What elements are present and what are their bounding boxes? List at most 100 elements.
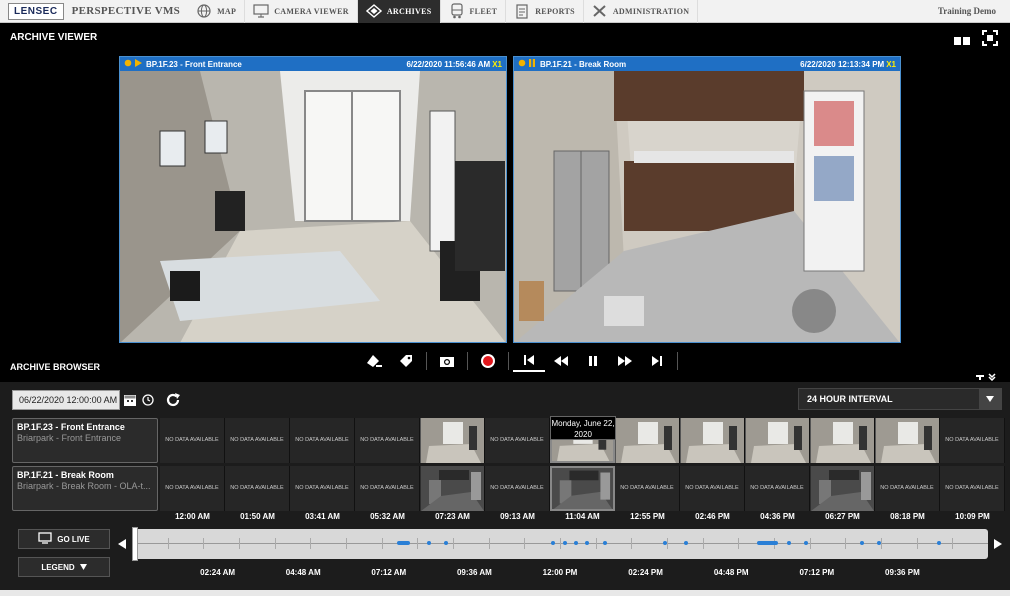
camera-row-name: BP.1F.21 - Break Room — [17, 470, 114, 480]
recording-marker — [602, 541, 607, 545]
scrub-label: 02:24 PM — [628, 568, 663, 577]
video-pane-front-entrance[interactable]: BP.1F.23 - Front Entrance 6/22/2020 11:5… — [119, 56, 507, 343]
legend-label: LEGEND — [41, 562, 75, 572]
time-label: 01:50 AM — [240, 512, 275, 521]
recording-marker — [876, 541, 881, 545]
thumbnail-cell[interactable] — [810, 466, 875, 511]
legend-button[interactable]: LEGEND — [18, 557, 110, 577]
scrub-tick — [845, 538, 847, 549]
thumbnail-cell[interactable] — [810, 418, 875, 463]
no-data-cell[interactable]: NO DATA AVAILABLE — [940, 466, 1005, 511]
scrub-track[interactable] — [132, 527, 988, 561]
camera-row-label-break-room[interactable]: BP.1F.21 - Break Room Briarpark - Break … — [12, 466, 158, 511]
toolbar-separator — [508, 352, 509, 370]
thumbnail-cell[interactable] — [875, 418, 940, 463]
thumbnail-cell[interactable] — [550, 466, 615, 511]
chevron-down-icon — [979, 389, 1001, 409]
snapshot-camera-icon[interactable] — [431, 350, 463, 372]
calendar-icon[interactable] — [122, 390, 138, 410]
date-tooltip: Monday, June 22, 2020 — [550, 416, 616, 440]
no-data-cell[interactable]: NO DATA AVAILABLE — [940, 418, 1005, 463]
scrub-tick — [274, 538, 276, 549]
pane-speed: X1 — [492, 59, 502, 69]
recording-marker — [573, 541, 578, 545]
scrub-tick — [560, 538, 561, 549]
scrub-tick — [631, 538, 633, 549]
camera-row-cells: NO DATA AVAILABLE NO DATA AVAILABLE NO DAT… — [160, 466, 1006, 511]
interval-select[interactable]: 24 HOUR INTERVAL — [798, 388, 1002, 410]
no-data-cell[interactable]: NO DATA AVAILABLE — [160, 418, 225, 463]
nav-item-reports[interactable]: REPORTS — [506, 0, 584, 23]
archive-viewer-title: ARCHIVE VIEWER — [10, 32, 98, 43]
bookmark-add-icon[interactable] — [358, 350, 390, 372]
tag-icon[interactable] — [390, 350, 422, 372]
recording-marker — [803, 541, 808, 545]
no-data-cell[interactable]: NO DATA AVAILABLE — [355, 466, 420, 511]
scrub-labels: 02:24 AM 04:48 AM 07:12 AM 09:36 AM 12:00 PM… — [132, 568, 988, 580]
time-label: 07:23 AM — [435, 512, 470, 521]
no-data-cell[interactable]: NO DATA AVAILABLE — [290, 466, 355, 511]
time-label: 10:09 PM — [955, 512, 990, 521]
scrub-label: 04:48 AM — [285, 568, 321, 577]
nav-item-administration[interactable]: ADMINISTRATION — [584, 0, 699, 23]
nav-item-fleet[interactable]: FLEET — [441, 0, 507, 23]
nav-item-camera-viewer[interactable]: CAMERA VIEWER — [245, 0, 358, 23]
clock-icon[interactable] — [140, 390, 156, 410]
pause-icon[interactable] — [577, 350, 609, 372]
scrub-tick — [952, 538, 954, 549]
go-live-button[interactable]: GO LIVE — [18, 529, 110, 549]
thumbnail-cell[interactable] — [420, 418, 485, 463]
recording-marker — [444, 541, 449, 545]
no-data-cell[interactable]: NO DATA AVAILABLE — [225, 466, 290, 511]
scrub-tick — [667, 538, 668, 549]
video-frame-break-room — [514, 71, 900, 342]
scroll-right-icon[interactable] — [992, 537, 1004, 551]
no-data-cell[interactable]: NO DATA AVAILABLE — [485, 418, 550, 463]
no-data-cell[interactable]: NO DATA AVAILABLE — [875, 466, 940, 511]
scrub-label: 02:24 AM — [200, 568, 236, 577]
timeline-scrubber[interactable]: 02:24 AM 04:48 AM 07:12 AM 09:36 AM 12:00 PM… — [116, 527, 1004, 579]
no-data-cell[interactable]: NO DATA AVAILABLE — [160, 466, 225, 511]
thumbnail-cell[interactable] — [615, 418, 680, 463]
no-data-cell[interactable]: NO DATA AVAILABLE — [355, 418, 420, 463]
nav-item-label: ARCHIVES — [386, 6, 432, 16]
no-data-cell[interactable]: NO DATA AVAILABLE — [745, 466, 810, 511]
recording-marker — [936, 541, 941, 545]
refresh-icon[interactable] — [164, 391, 182, 414]
fullscreen-icon[interactable] — [982, 30, 998, 51]
scrub-label: 12:00 PM — [542, 568, 578, 577]
nav-item-map[interactable]: MAP — [188, 0, 246, 23]
two-pane-layout-icon[interactable] — [954, 32, 970, 50]
scrub-tick — [809, 538, 811, 549]
scroll-left-icon[interactable] — [116, 537, 128, 551]
thumbnail-cell[interactable] — [420, 466, 485, 511]
thumbnail-cell[interactable] — [745, 418, 810, 463]
recording-marker — [859, 541, 864, 545]
nav-item-archives[interactable]: ARCHIVES — [357, 0, 441, 23]
recording-marker — [551, 541, 556, 545]
scrub-tick — [738, 538, 740, 549]
layout-controls — [954, 30, 998, 51]
time-label: 08:18 PM — [890, 512, 925, 521]
scrub-tick — [453, 538, 454, 549]
scrub-label: 09:36 PM — [885, 568, 920, 577]
skip-to-start-icon[interactable] — [513, 350, 545, 372]
no-data-cell[interactable]: NO DATA AVAILABLE — [485, 466, 550, 511]
skip-to-end-icon[interactable] — [641, 350, 673, 372]
nav-item-label: MAP — [217, 6, 237, 16]
scrub-handle[interactable] — [132, 527, 138, 561]
date-input[interactable]: 06/22/2020 12:00:00 AM — [12, 390, 120, 410]
record-icon[interactable] — [472, 350, 504, 372]
thumbnail-cell[interactable] — [680, 418, 745, 463]
no-data-cell[interactable]: NO DATA AVAILABLE — [615, 466, 680, 511]
camera-row-label-front-entrance[interactable]: BP.1F.23 - Front Entrance Briarpark - Fr… — [12, 418, 158, 463]
fast-forward-icon[interactable] — [609, 350, 641, 372]
rewind-icon[interactable] — [545, 350, 577, 372]
account-name[interactable]: Training Demo — [938, 6, 996, 16]
no-data-cell[interactable]: NO DATA AVAILABLE — [290, 418, 355, 463]
no-data-cell[interactable]: NO DATA AVAILABLE — [680, 466, 745, 511]
go-live-label: GO LIVE — [57, 534, 90, 544]
scrub-label: 07:12 PM — [799, 568, 835, 577]
no-data-cell[interactable]: NO DATA AVAILABLE — [225, 418, 290, 463]
video-pane-break-room[interactable]: BP.1F.21 - Break Room 6/22/2020 12:13:34… — [513, 56, 901, 343]
